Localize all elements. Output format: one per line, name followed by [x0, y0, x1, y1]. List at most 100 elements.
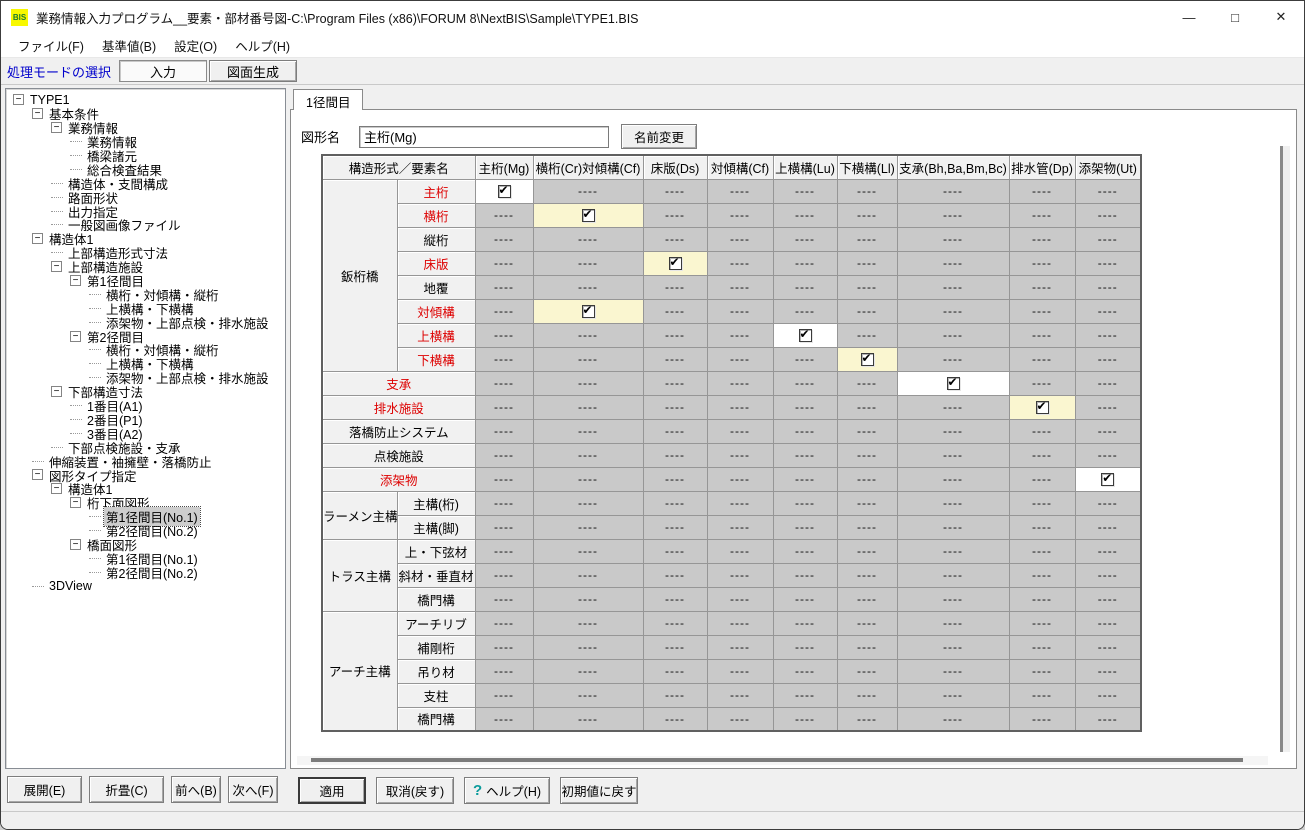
grid-cell[interactable]: ---- — [897, 707, 1009, 731]
horizontal-scrollbar-thumb[interactable] — [311, 758, 1243, 762]
grid-cell[interactable]: ---- — [475, 275, 533, 299]
grid-cell[interactable]: ---- — [1009, 203, 1075, 227]
grid-cell[interactable]: ---- — [1075, 539, 1141, 563]
grid-cell[interactable]: ---- — [643, 659, 707, 683]
grid-cell[interactable]: ---- — [897, 587, 1009, 611]
grid-cell[interactable]: ---- — [1009, 563, 1075, 587]
grid-cell[interactable]: ---- — [643, 395, 707, 419]
grid-cell[interactable]: ---- — [1009, 227, 1075, 251]
mode-input-button[interactable]: 入力 — [119, 60, 207, 82]
grid-cell[interactable]: ---- — [533, 371, 643, 395]
expand-button[interactable]: 展開(E) — [7, 776, 82, 803]
collapse-node-icon[interactable]: − — [70, 497, 81, 508]
menu-item-help[interactable]: ヘルプ(H) — [226, 33, 299, 58]
grid-cell[interactable]: ---- — [643, 635, 707, 659]
grid-cell[interactable] — [773, 323, 837, 347]
grid-cell[interactable]: ---- — [707, 323, 773, 347]
grid-cell[interactable]: ---- — [643, 491, 707, 515]
grid-cell[interactable]: ---- — [707, 635, 773, 659]
grid-cell[interactable]: ---- — [1009, 179, 1075, 203]
grid-cell[interactable]: ---- — [837, 275, 897, 299]
collapse-node-icon[interactable]: − — [51, 386, 62, 397]
collapse-node-icon[interactable]: − — [32, 233, 43, 244]
checkbox-checked-icon[interactable] — [1036, 401, 1049, 414]
grid-cell[interactable]: ---- — [707, 587, 773, 611]
grid-cell[interactable]: ---- — [773, 515, 837, 539]
collapse-node-icon[interactable]: − — [32, 108, 43, 119]
grid-cell[interactable]: ---- — [773, 659, 837, 683]
grid-cell[interactable]: ---- — [475, 515, 533, 539]
grid-cell[interactable]: ---- — [643, 419, 707, 443]
grid-cell[interactable] — [837, 347, 897, 371]
collapse-node-icon[interactable]: − — [70, 331, 81, 342]
grid-cell[interactable]: ---- — [1009, 539, 1075, 563]
tree-item[interactable]: −基本条件 — [10, 107, 283, 121]
grid-cell[interactable]: ---- — [837, 659, 897, 683]
grid-cell[interactable]: ---- — [897, 443, 1009, 467]
grid-cell[interactable]: ---- — [1075, 251, 1141, 275]
grid-cell[interactable]: ---- — [773, 275, 837, 299]
checkbox-checked-icon[interactable] — [582, 209, 595, 222]
grid-cell[interactable]: ---- — [533, 539, 643, 563]
grid-cell[interactable]: ---- — [773, 635, 837, 659]
grid-cell[interactable]: ---- — [837, 227, 897, 251]
rename-button[interactable]: 名前変更 — [621, 124, 697, 149]
grid-cell[interactable]: ---- — [475, 467, 533, 491]
grid-cell[interactable]: ---- — [707, 347, 773, 371]
grid-cell[interactable]: ---- — [533, 683, 643, 707]
grid-cell[interactable]: ---- — [773, 299, 837, 323]
grid-cell[interactable]: ---- — [1009, 347, 1075, 371]
grid-cell[interactable]: ---- — [643, 203, 707, 227]
grid-cell[interactable]: ---- — [1075, 419, 1141, 443]
menu-item-file[interactable]: ファイル(F) — [9, 33, 93, 58]
shape-name-input[interactable] — [359, 126, 609, 148]
grid-cell[interactable]: ---- — [475, 395, 533, 419]
grid-cell[interactable]: ---- — [533, 611, 643, 635]
grid-cell[interactable]: ---- — [837, 587, 897, 611]
grid-cell[interactable]: ---- — [533, 563, 643, 587]
grid-cell[interactable]: ---- — [837, 515, 897, 539]
horizontal-scrollbar[interactable] — [297, 756, 1268, 765]
grid-cell[interactable]: ---- — [1009, 299, 1075, 323]
grid-cell[interactable]: ---- — [475, 323, 533, 347]
grid-cell[interactable]: ---- — [475, 563, 533, 587]
menu-item-settings[interactable]: 設定(O) — [165, 33, 226, 58]
checkbox-checked-icon[interactable] — [1101, 473, 1114, 486]
collapse-node-icon[interactable]: − — [13, 94, 24, 105]
grid-cell[interactable]: ---- — [1009, 683, 1075, 707]
grid-cell[interactable]: ---- — [897, 515, 1009, 539]
grid-cell[interactable]: ---- — [533, 323, 643, 347]
grid-cell[interactable]: ---- — [1075, 683, 1141, 707]
grid-cell[interactable]: ---- — [1075, 371, 1141, 395]
grid-cell[interactable]: ---- — [533, 227, 643, 251]
grid-cell[interactable]: ---- — [773, 203, 837, 227]
grid-cell[interactable]: ---- — [1075, 659, 1141, 683]
grid-cell[interactable] — [897, 371, 1009, 395]
grid-cell[interactable] — [475, 179, 533, 203]
grid-cell[interactable]: ---- — [533, 587, 643, 611]
grid-cell[interactable]: ---- — [897, 659, 1009, 683]
grid-cell[interactable]: ---- — [773, 395, 837, 419]
grid-cell[interactable]: ---- — [837, 611, 897, 635]
grid-cell[interactable]: ---- — [707, 203, 773, 227]
grid-cell[interactable]: ---- — [707, 659, 773, 683]
grid-cell[interactable]: ---- — [1009, 587, 1075, 611]
grid-cell[interactable]: ---- — [1009, 443, 1075, 467]
collapse-node-icon[interactable]: − — [51, 122, 62, 133]
grid-cell[interactable]: ---- — [643, 683, 707, 707]
grid-cell[interactable]: ---- — [837, 419, 897, 443]
grid-cell[interactable]: ---- — [773, 587, 837, 611]
grid-cell[interactable]: ---- — [475, 419, 533, 443]
grid-cell[interactable]: ---- — [773, 347, 837, 371]
grid-cell[interactable]: ---- — [707, 563, 773, 587]
grid-cell[interactable]: ---- — [1009, 635, 1075, 659]
grid-cell[interactable]: ---- — [475, 707, 533, 731]
grid-cell[interactable]: ---- — [533, 491, 643, 515]
tree-item[interactable]: −業務情報 — [10, 121, 283, 135]
grid-cell[interactable]: ---- — [837, 491, 897, 515]
tab-span1[interactable]: 1径間目 — [293, 89, 363, 110]
checkbox-checked-icon[interactable] — [947, 377, 960, 390]
grid-cell[interactable]: ---- — [533, 179, 643, 203]
grid-cell[interactable]: ---- — [643, 707, 707, 731]
grid-cell[interactable] — [643, 251, 707, 275]
